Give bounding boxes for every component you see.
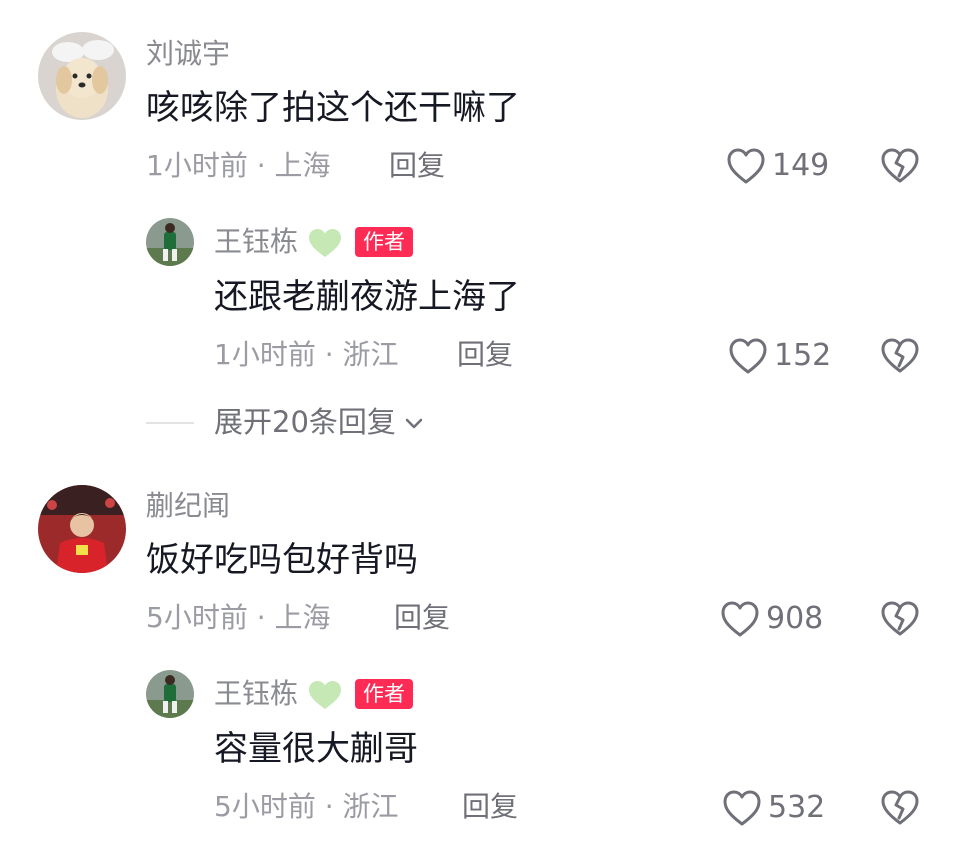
like-button[interactable]: 532 (722, 786, 825, 830)
author-badge: 作者 (355, 227, 413, 257)
avatar[interactable] (146, 218, 194, 266)
like-button[interactable]: 149 (726, 144, 829, 188)
expand-replies-button[interactable]: 展开20条回复 (146, 408, 426, 437)
expand-replies-label: 展开20条回复 (214, 405, 396, 439)
soccer-player-avatar-image (146, 670, 194, 718)
green-heart-icon (307, 679, 343, 715)
reply-text: 容量很大蒯哥 (214, 729, 418, 769)
reply-button[interactable]: 回复 (394, 604, 450, 632)
avatar[interactable] (146, 670, 194, 718)
like-count: 152 (774, 338, 832, 373)
divider (146, 421, 194, 424)
soccer-player-red-avatar-image (38, 485, 126, 573)
comment-time-location: 5小时前 · 上海 (146, 601, 331, 634)
broken-heart-icon (881, 338, 919, 373)
chevron-down-icon (405, 418, 423, 428)
reply-item: 王钰栋 作者 还跟老蒯夜游上海了 1小时前 · 浙江 回复 152 (0, 200, 964, 390)
puppy-avatar-image (38, 32, 126, 120)
reply-button[interactable]: 回复 (389, 152, 445, 180)
reply-username[interactable]: 王钰栋 (214, 680, 298, 708)
heart-outline-icon (727, 148, 765, 184)
avatar[interactable] (38, 485, 126, 573)
reply-button[interactable]: 回复 (462, 793, 518, 821)
heart-outline-icon (721, 601, 759, 637)
like-count: 149 (772, 148, 830, 183)
like-count: 908 (766, 601, 824, 636)
reply-text: 还跟老蒯夜游上海了 (214, 277, 520, 317)
reply-button[interactable]: 回复 (457, 341, 513, 369)
reply-item: 王钰栋 作者 容量很大蒯哥 5小时前 · 浙江 回复 532 (0, 652, 964, 842)
dislike-button[interactable] (880, 336, 920, 376)
like-button[interactable]: 908 (720, 597, 823, 641)
like-count: 532 (768, 790, 826, 825)
green-heart-icon (307, 227, 343, 263)
broken-heart-icon (881, 601, 919, 636)
reply-username[interactable]: 王钰栋 (214, 228, 298, 256)
comment-item: 蒯纪闻 饭好吃吗包好背吗 5小时前 · 上海 回复 908 王钰栋 作者 容量很… (0, 452, 964, 846)
reply-time-location: 1小时前 · 浙江 (214, 338, 399, 371)
comment-item: 刘诚宇 咳咳除了拍这个还干嘛了 1小时前 · 上海 回复 149 王钰栋 作者 … (0, 0, 964, 440)
heart-outline-icon (729, 338, 767, 374)
broken-heart-icon (881, 148, 919, 183)
heart-outline-icon (723, 790, 761, 826)
comment-username[interactable]: 蒯纪闻 (146, 492, 230, 520)
comment-text: 咳咳除了拍这个还干嘛了 (146, 88, 520, 128)
soccer-player-avatar-image (146, 218, 194, 266)
dislike-button[interactable] (880, 146, 920, 186)
reply-time-location: 5小时前 · 浙江 (214, 790, 399, 823)
avatar[interactable] (38, 32, 126, 120)
like-button[interactable]: 152 (728, 334, 831, 378)
dislike-button[interactable] (880, 788, 920, 828)
comment-username[interactable]: 刘诚宇 (146, 40, 230, 68)
dislike-button[interactable] (880, 599, 920, 639)
comment-text: 饭好吃吗包好背吗 (146, 540, 418, 580)
broken-heart-icon (881, 790, 919, 825)
comment-time-location: 1小时前 · 上海 (146, 149, 331, 182)
author-badge: 作者 (355, 679, 413, 709)
